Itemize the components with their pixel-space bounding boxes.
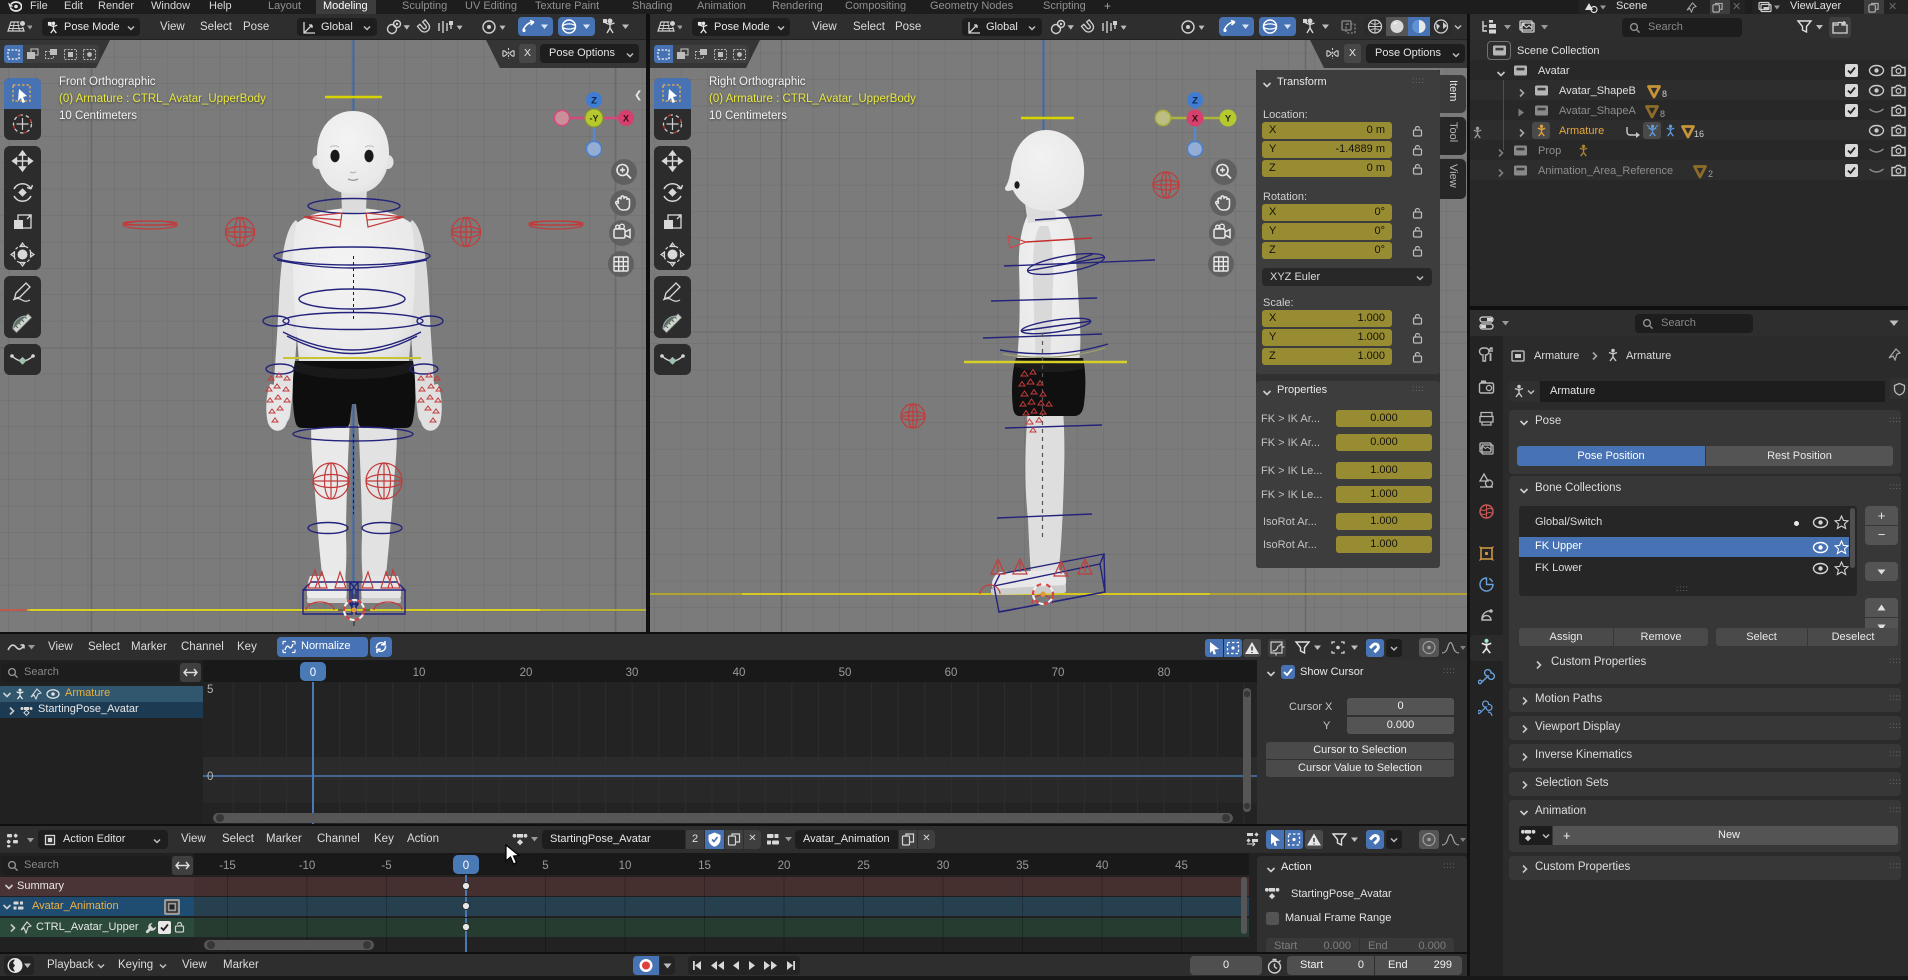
svg-text:30: 30 <box>626 667 639 679</box>
svg-text:X: X <box>1192 114 1199 125</box>
svg-text:45: 45 <box>1175 860 1188 872</box>
svg-text:X: X <box>623 114 630 125</box>
svg-text:5: 5 <box>207 684 213 696</box>
svg-text:25: 25 <box>857 860 870 872</box>
svg-text:-Y: -Y <box>590 114 599 124</box>
svg-text:Z: Z <box>1192 96 1198 107</box>
svg-text:80: 80 <box>1158 667 1171 679</box>
svg-text:70: 70 <box>1052 667 1065 679</box>
svg-text:5: 5 <box>542 860 548 872</box>
svg-text:10: 10 <box>619 860 632 872</box>
svg-text:30: 30 <box>937 860 950 872</box>
svg-text:10: 10 <box>413 667 426 679</box>
svg-text:0: 0 <box>207 771 213 783</box>
svg-text:40: 40 <box>1096 860 1109 872</box>
svg-text:50: 50 <box>839 667 852 679</box>
svg-text:60: 60 <box>945 667 958 679</box>
svg-text:-15: -15 <box>219 860 236 872</box>
svg-text:20: 20 <box>520 667 533 679</box>
svg-text:0: 0 <box>310 667 316 679</box>
svg-text:-5: -5 <box>381 860 391 872</box>
svg-text:Z: Z <box>591 96 597 107</box>
svg-text:Y: Y <box>1225 114 1232 125</box>
svg-text:40: 40 <box>733 667 746 679</box>
svg-text:15: 15 <box>698 860 711 872</box>
svg-text:0: 0 <box>463 860 469 872</box>
svg-text:20: 20 <box>778 860 791 872</box>
svg-text:35: 35 <box>1016 860 1029 872</box>
svg-text:-10: -10 <box>299 860 316 872</box>
